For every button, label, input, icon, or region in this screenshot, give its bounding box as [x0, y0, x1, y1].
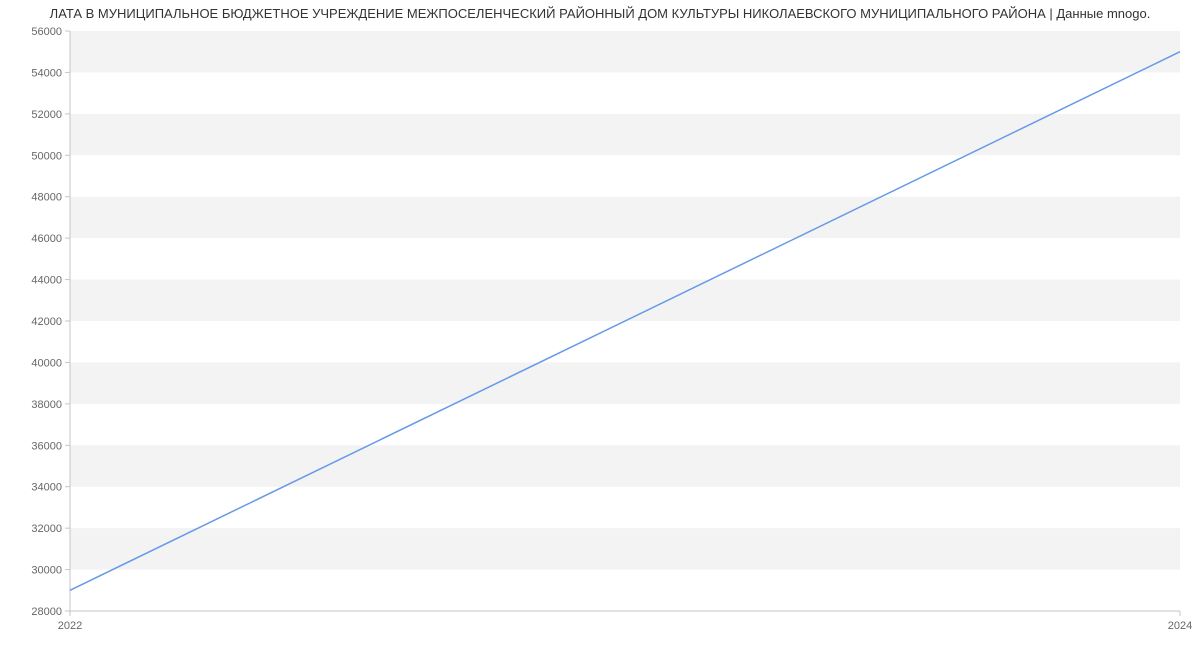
svg-text:44000: 44000: [31, 275, 62, 287]
svg-text:34000: 34000: [31, 482, 62, 494]
svg-text:46000: 46000: [31, 233, 62, 245]
svg-text:28000: 28000: [31, 606, 62, 618]
svg-text:50000: 50000: [31, 150, 62, 162]
svg-text:30000: 30000: [31, 565, 62, 577]
svg-text:42000: 42000: [31, 316, 62, 328]
svg-text:54000: 54000: [31, 67, 62, 79]
line-chart: 28000 30000 32000 34000 36000 38000 40000 42000…: [0, 21, 1200, 641]
chart-title: ЛАТА В МУНИЦИПАЛЬНОЕ БЮДЖЕТНОЕ УЧРЕЖДЕНИ…: [0, 0, 1200, 21]
chart-area: 28000 30000 32000 34000 36000 38000 40000 42000…: [0, 21, 1200, 641]
svg-text:2024: 2024: [1168, 620, 1192, 632]
svg-text:40000: 40000: [31, 357, 62, 369]
svg-text:2022: 2022: [58, 620, 82, 632]
svg-text:48000: 48000: [31, 192, 62, 204]
svg-text:36000: 36000: [31, 440, 62, 452]
svg-text:32000: 32000: [31, 523, 62, 535]
svg-text:38000: 38000: [31, 399, 62, 411]
svg-text:56000: 56000: [31, 26, 62, 38]
svg-text:52000: 52000: [31, 109, 62, 121]
